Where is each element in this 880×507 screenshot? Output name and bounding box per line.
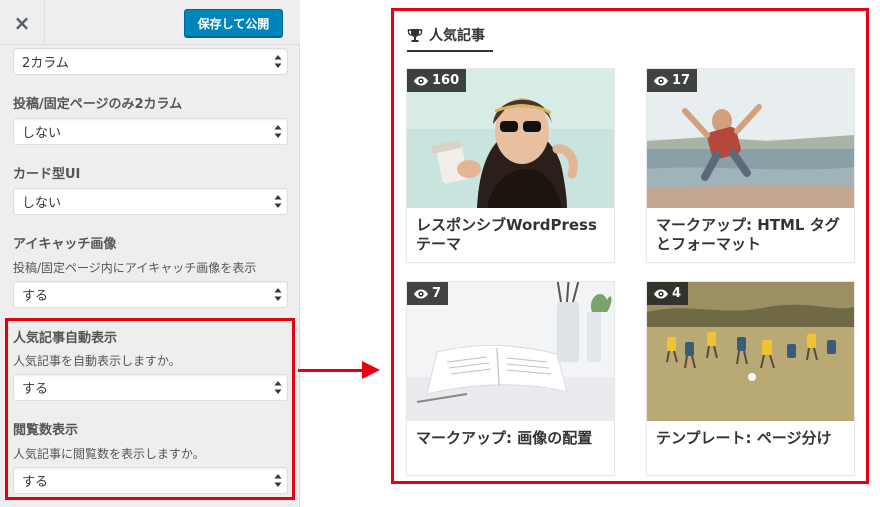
widget-title-underline (407, 50, 493, 52)
layout-select-value: 2カラム (22, 56, 69, 71)
post-page-2col-select[interactable]: しない (13, 118, 288, 145)
post-title[interactable]: マークアップ: 画像の配置 (416, 429, 610, 448)
post-page-2col-label: 投稿/固定ページのみ2カラム (13, 97, 183, 112)
post-title[interactable]: レスポンシブWordPressテーマ (416, 216, 610, 254)
post-card-2[interactable]: 17 マークアップ: HTML タグとフォーマット (646, 68, 855, 263)
widget-title-text: 人気記事 (429, 28, 485, 44)
post-page-2col-value: しない (22, 126, 62, 141)
view-count-number: 160 (432, 73, 460, 88)
post-card-4[interactable]: 4 テンプレート: ページ分け (646, 281, 855, 476)
eye-icon (414, 76, 428, 85)
close-icon: × (13, 10, 31, 35)
customizer-header: × 保存して公開 (0, 0, 300, 45)
select-arrows-icon (274, 286, 282, 303)
view-count-badge: 17 (647, 69, 698, 92)
view-count-number: 4 (672, 286, 682, 301)
post-title[interactable]: テンプレート: ページ分け (656, 429, 850, 448)
post-title[interactable]: マークアップ: HTML タグとフォーマット (656, 216, 850, 254)
eyecatch-select[interactable]: する (13, 281, 288, 308)
view-count-number: 17 (672, 73, 691, 88)
view-count-badge: 160 (407, 69, 467, 92)
post-card-3[interactable]: 7 マークアップ: 画像の配置 (406, 281, 615, 476)
select-arrows-icon (274, 193, 282, 210)
eyecatch-description: 投稿/固定ページ内にアイキャッチ画像を表示 (13, 261, 257, 275)
layout-select[interactable]: 2カラム (13, 48, 288, 75)
card-ui-label: カード型UI (13, 167, 81, 182)
settings-highlight-box (5, 318, 295, 500)
view-count-badge: 4 (647, 282, 689, 305)
post-card-1[interactable]: 160 レスポンシブWordPressテーマ (406, 68, 615, 263)
view-count-badge: 7 (407, 282, 449, 305)
eye-icon (414, 289, 428, 298)
save-and-publish-button[interactable]: 保存して公開 (184, 9, 283, 37)
select-arrows-icon (274, 123, 282, 140)
select-arrows-icon (274, 53, 282, 70)
popular-posts-preview: 人気記事 160 レスポンシブWordPressテーマ 17 マークアップ: H… (391, 8, 869, 484)
eyecatch-label: アイキャッチ画像 (13, 237, 117, 252)
card-ui-value: しない (22, 196, 62, 211)
eye-icon (654, 76, 668, 85)
close-button[interactable]: × (0, 0, 45, 45)
customizer-panel: × 保存して公開 2カラム 投稿/固定ページのみ2カラム しない カード型UI … (0, 0, 300, 507)
eyecatch-value: する (22, 289, 49, 304)
eye-icon (654, 289, 668, 298)
trophy-icon (407, 29, 423, 42)
widget-title: 人気記事 (407, 19, 485, 51)
arrow-line (298, 369, 364, 372)
arrow-right-icon (362, 361, 380, 379)
view-count-number: 7 (432, 286, 442, 301)
card-ui-select[interactable]: しない (13, 188, 288, 215)
